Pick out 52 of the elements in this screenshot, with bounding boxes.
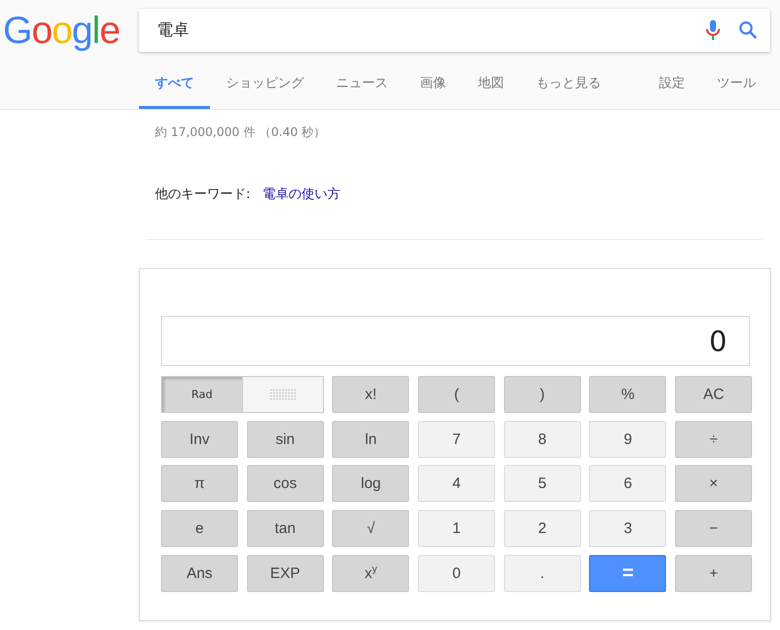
calculator-key[interactable]: )	[504, 376, 581, 413]
calculator-key[interactable]: sin	[246, 420, 324, 458]
related-label: 他のキーワード:	[155, 186, 250, 203]
calculator-key[interactable]: ×	[675, 465, 752, 502]
result-stats: 約 17,000,000 件 （0.40 秒）	[155, 124, 327, 141]
logo[interactable]: Google	[3, 4, 121, 56]
calculator-key[interactable]: 1	[418, 510, 496, 548]
search-bar[interactable]: 電卓	[139, 8, 770, 52]
calculator-key[interactable]: EXP	[246, 554, 324, 592]
nav-tab[interactable]: もっと見る	[520, 74, 617, 109]
search-icon[interactable]	[738, 20, 758, 40]
calculator-key[interactable]: √	[332, 510, 410, 548]
calculator-key[interactable]: (	[418, 376, 496, 413]
tool-link[interactable]: 設定	[659, 74, 685, 109]
calculator-key[interactable]: ÷	[675, 420, 752, 458]
nav-tab[interactable]: すべて	[139, 74, 210, 109]
calculator-key[interactable]: π	[161, 465, 238, 502]
calculator-key[interactable]: Inv	[161, 420, 238, 458]
calculator-key[interactable]: 0	[418, 554, 496, 592]
microphone-icon[interactable]	[706, 20, 720, 40]
calculator-key[interactable]: log	[332, 465, 410, 502]
search-input[interactable]: 電卓	[155, 20, 688, 40]
calculator-key[interactable]: x!	[332, 376, 410, 413]
calculator-key[interactable]: 7	[418, 420, 496, 458]
calculator-key[interactable]: 2	[504, 510, 581, 548]
tool-link[interactable]: ツール	[717, 74, 756, 109]
nav-tab[interactable]: ショッピング	[210, 74, 320, 109]
calculator-key[interactable]: x$^{y}$	[332, 554, 410, 592]
nav-tab[interactable]: 地図	[462, 74, 520, 109]
nav-tab[interactable]: ニュース	[320, 74, 404, 109]
calculator-key[interactable]: 8	[504, 420, 581, 458]
calculator-key[interactable]: .	[504, 554, 581, 592]
calculator-key[interactable]: %	[589, 376, 666, 413]
calculator-key[interactable]: tan	[246, 510, 324, 548]
calculator-key[interactable]: 3	[589, 510, 666, 548]
calculator-key[interactable]: AC	[675, 376, 752, 413]
calculator-key[interactable]: +	[675, 554, 752, 592]
calculator-key[interactable]: ln	[332, 420, 410, 458]
rad-button[interactable]: Rad	[162, 377, 242, 412]
calculator-key[interactable]: Ans	[161, 554, 238, 592]
angle-toggle[interactable]: Rad	[161, 376, 324, 413]
calculator-key[interactable]: 6	[589, 465, 666, 502]
nav-tab[interactable]: 画像	[404, 74, 462, 109]
calculator-key[interactable]: e	[161, 510, 238, 548]
calculator-display: 0	[161, 316, 750, 366]
calculator-key[interactable]: 4	[418, 465, 496, 502]
dot-grid-icon	[270, 388, 296, 400]
calculator-key[interactable]: cos	[246, 465, 324, 502]
calculator-key[interactable]: −	[675, 510, 752, 548]
calculator-key[interactable]: 9	[589, 420, 666, 458]
calculator-key[interactable]: 5	[504, 465, 581, 502]
related-link[interactable]: 電卓の使い方	[262, 185, 340, 203]
